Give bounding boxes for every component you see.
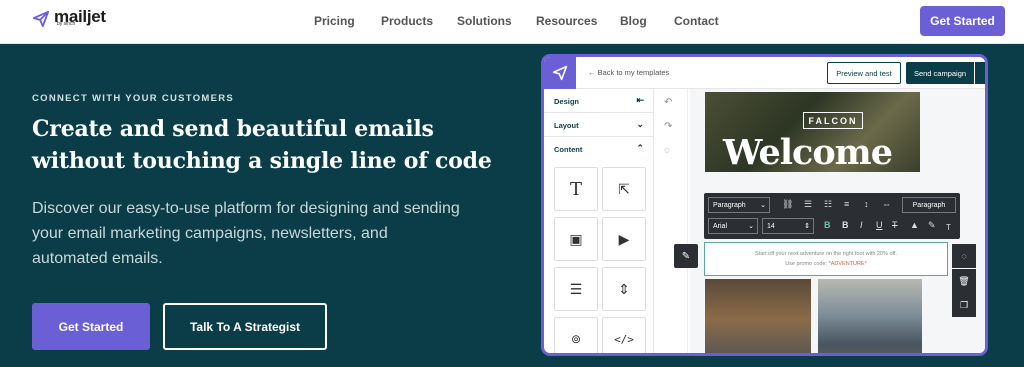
nav-resources[interactable]: Resources	[536, 14, 597, 28]
chevron-down-icon: ⌄	[748, 223, 754, 230]
send-campaign-button[interactable]: Send campaign	[906, 62, 974, 84]
highlight-icon[interactable]: ▲	[910, 220, 919, 230]
sidebar-item-label: Content	[554, 145, 583, 154]
chevron-down-icon: ⌄	[636, 119, 644, 129]
edit-pencil-icon[interactable]: ✎	[674, 244, 698, 268]
collapse-icon: ⇤	[636, 95, 644, 105]
font-select[interactable]: Arial ⌄	[708, 218, 758, 234]
trash-icon[interactable]: 🗑	[952, 269, 976, 293]
font-size-value: 14	[767, 222, 775, 230]
nav-pricing[interactable]: Pricing	[314, 14, 355, 28]
email-photo-hiker	[818, 279, 922, 353]
promo-prefix: Use promo code:	[785, 261, 828, 267]
preview-and-test-button[interactable]: Preview and test	[827, 62, 901, 84]
email-promo-line: Use promo code: *ADVENTURE*	[705, 261, 947, 267]
bullet-list-icon[interactable]: ☰	[804, 199, 812, 210]
numbered-list-icon[interactable]: ☷	[824, 199, 832, 210]
spacer-block-icon[interactable]: ☰	[554, 267, 598, 311]
link-icon[interactable]: ⛓	[782, 199, 793, 210]
comment-icon[interactable]: ◌	[664, 145, 670, 156]
align-icon[interactable]: ≡	[844, 199, 849, 209]
text-format-toolbar: Paragraph ⌄ ⛓ ☰ ☷ ≡ ↕ ⇔ Paragraph Arial ⌄ …	[704, 193, 960, 239]
header-get-started-button[interactable]: Get Started	[920, 6, 1005, 36]
email-body-line: Start off your next adventure on the rig…	[755, 251, 897, 257]
paper-plane-icon	[552, 65, 568, 81]
hero-eyebrow: CONNECT WITH YOUR CUSTOMERS	[32, 93, 235, 104]
paper-plane-icon	[32, 10, 50, 28]
chevron-up-icon: ⌃	[636, 143, 644, 153]
chevron-down-icon[interactable]: ▾	[975, 62, 985, 84]
block-style-select[interactable]: Paragraph ⌄	[708, 197, 770, 213]
text-color-icon[interactable]: B	[824, 220, 831, 230]
hero-description: Discover our easy-to-use platform for de…	[32, 200, 460, 267]
comment-icon[interactable]: ◌	[952, 244, 976, 268]
social-block-icon[interactable]: ⊚	[554, 317, 598, 353]
email-brand-badge: FALCON	[803, 112, 863, 129]
bold-icon[interactable]: B	[842, 220, 849, 230]
editor-brand	[544, 57, 576, 89]
stepper-icon: ⇕	[804, 223, 810, 230]
clear-format-icon[interactable]: T	[946, 223, 951, 232]
italic-icon[interactable]: I	[860, 220, 863, 230]
email-editor-preview: ← Back to my templates Preview and test …	[544, 57, 985, 353]
editor-sidebar: Design ⇤ Layout ⌄ Content ⌃ T ⇱ ▣ ▶ ☰ ⇕ …	[544, 89, 654, 353]
sidebar-item-label: Design	[554, 97, 580, 106]
divider-block-icon[interactable]: ⇕	[602, 267, 646, 311]
logo-subtext: by sinch	[57, 21, 76, 27]
nav-products[interactable]: Products	[381, 14, 433, 28]
editor-history-tools: ↶ ↷ ◌	[656, 89, 688, 353]
chevron-down-icon: ⌄	[760, 202, 766, 209]
get-started-button[interactable]: Get Started	[32, 303, 150, 350]
paragraph-style-button[interactable]: Paragraph	[902, 197, 956, 213]
back-to-templates-link[interactable]: ← Back to my templates	[588, 68, 669, 77]
email-hero-image: FALCON Welcome	[705, 92, 920, 172]
font-value: Arial	[713, 222, 728, 230]
font-size-stepper[interactable]: 14 ⇕	[762, 218, 814, 234]
html-block-icon[interactable]: </>	[602, 317, 646, 353]
email-heading: Welcome	[723, 132, 893, 173]
nav-contact[interactable]: Contact	[674, 14, 719, 28]
hero-headline: Create and send beautiful emails without…	[32, 116, 492, 174]
strikethrough-icon[interactable]: T	[892, 220, 898, 230]
text-block-icon[interactable]: T	[554, 167, 598, 211]
letter-spacing-icon[interactable]: ⇔	[882, 199, 891, 209]
email-text-block[interactable]: Start off your next adventure on the rig…	[704, 242, 948, 276]
sidebar-item-label: Layout	[554, 121, 579, 130]
line-height-icon[interactable]: ↕	[864, 199, 869, 209]
sidebar-item-content[interactable]: Content ⌃	[544, 137, 654, 161]
undo-icon[interactable]: ↶	[664, 97, 672, 108]
duplicate-icon[interactable]: ❐	[952, 293, 976, 317]
talk-to-strategist-button[interactable]: Talk To A Strategist	[163, 303, 327, 350]
email-canvas: FALCON Welcome Paragraph ⌄ ⛓ ☰ ☷ ≡ ↕ ⇔ Pa…	[674, 89, 985, 353]
block-style-value: Paragraph	[713, 201, 746, 209]
video-block-icon[interactable]: ▶	[602, 217, 646, 261]
redo-icon[interactable]: ↷	[664, 121, 672, 132]
sidebar-item-layout[interactable]: Layout ⌄	[544, 113, 654, 137]
image-block-icon[interactable]: ▣	[554, 217, 598, 261]
brush-icon[interactable]: ✎	[928, 220, 936, 231]
email-photo-boots	[705, 279, 811, 353]
button-block-icon[interactable]: ⇱	[602, 167, 646, 211]
nav-solutions[interactable]: Solutions	[457, 14, 512, 28]
sidebar-item-design[interactable]: Design ⇤	[544, 89, 654, 113]
nav-blog[interactable]: Blog	[620, 14, 647, 28]
site-header: mailjet by sinch Pricing Products Soluti…	[0, 0, 1024, 44]
editor-topbar: ← Back to my templates Preview and test …	[576, 57, 985, 89]
promo-code: *ADVENTURE*	[828, 261, 867, 267]
underline-icon[interactable]: U	[876, 220, 883, 230]
